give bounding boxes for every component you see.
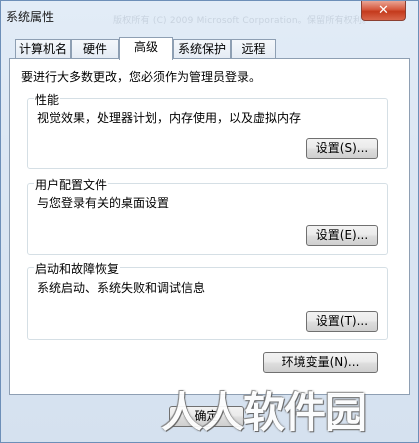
- window-title: 系统属性: [6, 10, 55, 24]
- user-profiles-description: 与您登录有关的桌面设置: [37, 196, 170, 210]
- environment-variables-button[interactable]: 环境变量(N)...: [263, 352, 378, 373]
- tab-hardware[interactable]: 硬件: [71, 39, 119, 59]
- admin-notice: 要进行大多数更改，您必须作为管理员登录。: [21, 70, 262, 84]
- user-profiles-group-title: 用户配置文件: [34, 176, 109, 193]
- close-button[interactable]: ✕: [361, 1, 406, 21]
- tab-strip: 计算机名 硬件 高级 系统保护 远程: [9, 37, 409, 60]
- title-ghost-text: 版权所有 (C) 2009 Microsoft Corporation。保留所有…: [113, 16, 372, 26]
- startup-recovery-description: 系统启动、系统失败和调试信息: [37, 281, 206, 295]
- tab-computer-name[interactable]: 计算机名: [15, 39, 71, 59]
- startup-recovery-group-title: 启动和故障恢复: [34, 260, 121, 277]
- performance-description: 视觉效果，处理器计划，内存使用，以及虚拟内存: [37, 111, 302, 125]
- tab-system-protection[interactable]: 系统保护: [173, 39, 231, 59]
- title-bar[interactable]: 系统属性 版权所有 (C) 2009 Microsoft Corporation…: [1, 1, 418, 31]
- user-profiles-settings-button[interactable]: 设置(E)...: [306, 225, 378, 246]
- close-icon: ✕: [378, 3, 389, 18]
- watermark-logo: 人人软件园: [161, 388, 367, 437]
- performance-group-title: 性能: [34, 91, 61, 108]
- startup-recovery-settings-button[interactable]: 设置(T)...: [306, 311, 378, 332]
- tab-advanced[interactable]: 高级: [119, 37, 173, 60]
- tab-remote[interactable]: 远程: [231, 39, 276, 59]
- system-properties-window: 系统属性 版权所有 (C) 2009 Microsoft Corporation…: [0, 0, 419, 443]
- performance-settings-button[interactable]: 设置(S)...: [306, 138, 378, 159]
